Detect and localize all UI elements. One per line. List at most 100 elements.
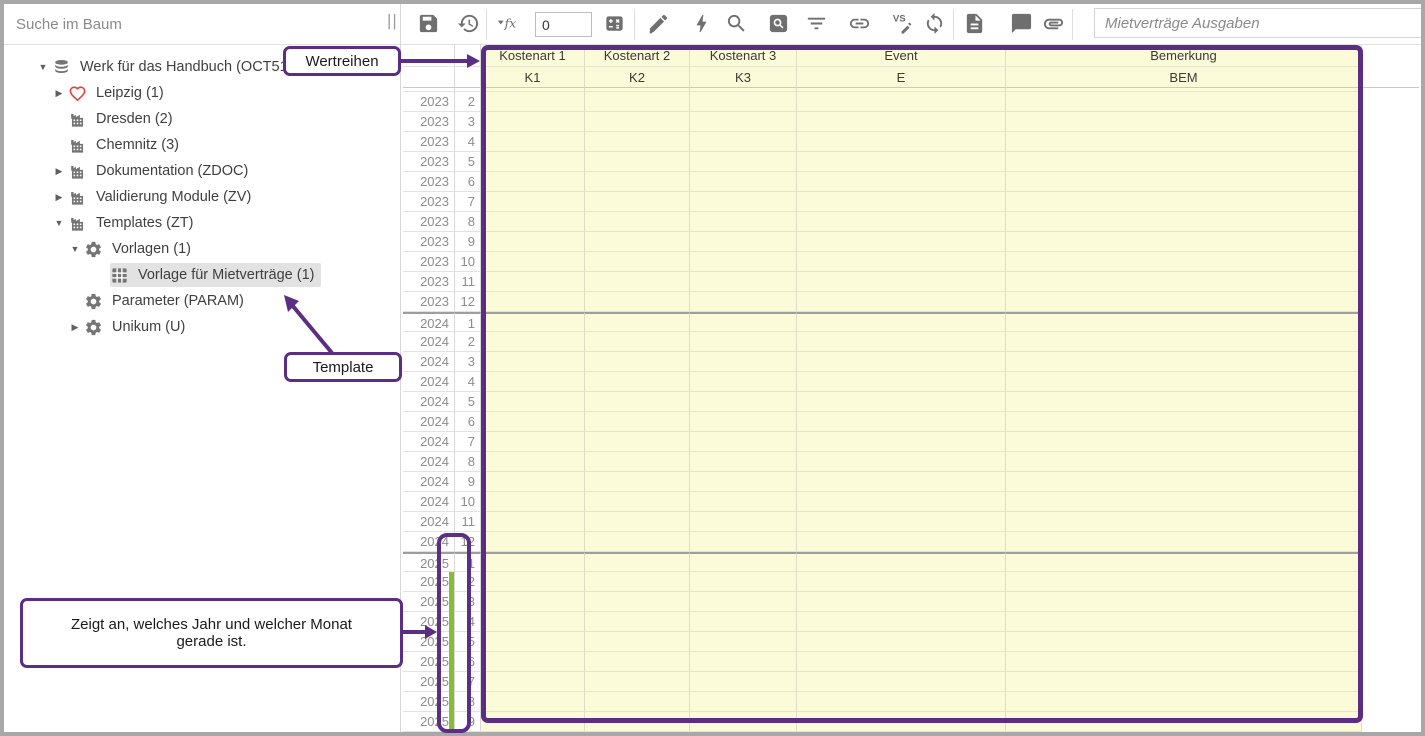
grid-cell[interactable] — [481, 92, 585, 112]
grid-cell[interactable] — [690, 492, 797, 512]
tree-item-6[interactable]: ▼Templates (ZT) — [4, 210, 400, 236]
grid-cell[interactable] — [797, 412, 1006, 432]
grid-cell[interactable] — [690, 472, 797, 492]
grid-cell[interactable] — [481, 432, 585, 452]
grid-cell[interactable] — [797, 392, 1006, 412]
grid-cell[interactable] — [1006, 392, 1362, 412]
expander-closed-icon[interactable]: ▶ — [66, 322, 84, 333]
panel-resize-handle[interactable]: || — [387, 11, 398, 31]
grid-cell[interactable] — [481, 672, 585, 692]
grid-cell[interactable] — [1006, 552, 1362, 572]
grid-cell[interactable] — [797, 592, 1006, 612]
grid-cell[interactable] — [1006, 152, 1362, 172]
tree-search-input[interactable] — [14, 10, 374, 38]
grid-cell[interactable] — [690, 192, 797, 212]
grid-cell[interactable] — [585, 512, 690, 532]
grid-cell[interactable] — [1006, 572, 1362, 592]
tree-item-3[interactable]: Chemnitz (3) — [4, 132, 400, 158]
grid-cell[interactable] — [585, 592, 690, 612]
grid-cell[interactable] — [797, 312, 1006, 332]
history-button[interactable] — [454, 11, 482, 39]
grid-cell[interactable] — [797, 372, 1006, 392]
search-button[interactable] — [722, 11, 750, 39]
column-header-K3[interactable]: K3 — [690, 67, 797, 88]
grid-cell[interactable] — [690, 132, 797, 152]
grid-cell[interactable] — [1006, 212, 1362, 232]
grid-cell[interactable] — [797, 332, 1006, 352]
grid-cell[interactable] — [1006, 512, 1362, 532]
grid-cell[interactable] — [481, 472, 585, 492]
column-header-E[interactable]: Event — [797, 45, 1006, 67]
grid-cell[interactable] — [1006, 432, 1362, 452]
grid-cell[interactable] — [1006, 652, 1362, 672]
expander-open-icon[interactable]: ▼ — [34, 62, 52, 72]
grid-cell[interactable] — [690, 572, 797, 592]
grid-cell[interactable] — [585, 452, 690, 472]
grid-cell[interactable] — [690, 552, 797, 572]
grid-cell[interactable] — [481, 192, 585, 212]
grid-cell[interactable] — [1006, 672, 1362, 692]
grid-cell[interactable] — [481, 352, 585, 372]
grid-cell[interactable] — [481, 272, 585, 292]
grid-cell[interactable] — [481, 612, 585, 632]
column-header-K1[interactable]: Kostenart 1 — [481, 45, 585, 67]
filter-button[interactable] — [802, 11, 830, 39]
grid-cell[interactable] — [585, 572, 690, 592]
grid-cell[interactable] — [1006, 112, 1362, 132]
grid-cell[interactable] — [690, 452, 797, 472]
grid-cell[interactable] — [690, 712, 797, 732]
grid-cell[interactable] — [585, 692, 690, 712]
column-header-K3[interactable]: Kostenart 3 — [690, 45, 797, 67]
search-in-document-button[interactable] — [764, 11, 792, 39]
tree-item-2[interactable]: Dresden (2) — [4, 106, 400, 132]
grid-cell[interactable] — [797, 492, 1006, 512]
grid-cell[interactable] — [797, 232, 1006, 252]
grid-cell[interactable] — [585, 252, 690, 272]
expander-open-icon[interactable]: ▼ — [50, 218, 68, 228]
grid-cell[interactable] — [797, 672, 1006, 692]
grid-cell[interactable] — [797, 132, 1006, 152]
grid-cell[interactable] — [690, 172, 797, 192]
grid-cell[interactable] — [690, 512, 797, 532]
grid-cell[interactable] — [585, 212, 690, 232]
column-header-K2[interactable]: K2 — [585, 67, 690, 88]
grid-cell[interactable] — [585, 472, 690, 492]
grid-cell[interactable] — [1006, 532, 1362, 552]
grid-cell[interactable] — [1006, 92, 1362, 112]
bolt-button[interactable] — [687, 11, 715, 39]
grid-cell[interactable] — [585, 392, 690, 412]
grid-cell[interactable] — [481, 312, 585, 332]
column-header-E[interactable]: E — [797, 67, 1006, 88]
grid-cell[interactable] — [690, 152, 797, 172]
grid-cell[interactable] — [797, 352, 1006, 372]
grid-cell[interactable] — [481, 172, 585, 192]
grid-cell[interactable] — [797, 112, 1006, 132]
grid-cell[interactable] — [585, 552, 690, 572]
grid-cell[interactable] — [690, 692, 797, 712]
grid-cell[interactable] — [585, 272, 690, 292]
tree-item-10[interactable]: ▶Unikum (U) — [4, 314, 400, 340]
grid-cell[interactable] — [690, 632, 797, 652]
expander-closed-icon[interactable]: ▶ — [50, 88, 68, 99]
grid-cell[interactable] — [690, 672, 797, 692]
grid-cell[interactable] — [797, 92, 1006, 112]
tree-item-5[interactable]: ▶Validierung Module (ZV) — [4, 184, 400, 210]
grid-cell[interactable] — [690, 212, 797, 232]
grid-cell[interactable] — [481, 212, 585, 232]
grid-cell[interactable] — [585, 712, 690, 732]
tree-item-1[interactable]: ▶Leipzig (1) — [4, 80, 400, 106]
grid-cell[interactable] — [481, 412, 585, 432]
grid-cell[interactable] — [1006, 172, 1362, 192]
grid-cell[interactable] — [585, 332, 690, 352]
grid-cell[interactable] — [585, 372, 690, 392]
grid-cell[interactable] — [481, 292, 585, 312]
grid-cell[interactable] — [1006, 692, 1362, 712]
grid-cell[interactable] — [481, 372, 585, 392]
document-button[interactable] — [960, 11, 988, 39]
column-header-K1[interactable]: K1 — [481, 67, 585, 88]
grid-cell[interactable] — [1006, 292, 1362, 312]
grid-cell[interactable] — [481, 692, 585, 712]
grid-cell[interactable] — [690, 412, 797, 432]
value-series-edit-button[interactable]: VS — [888, 11, 916, 39]
formula-dropdown-button[interactable]: fx — [492, 11, 520, 39]
